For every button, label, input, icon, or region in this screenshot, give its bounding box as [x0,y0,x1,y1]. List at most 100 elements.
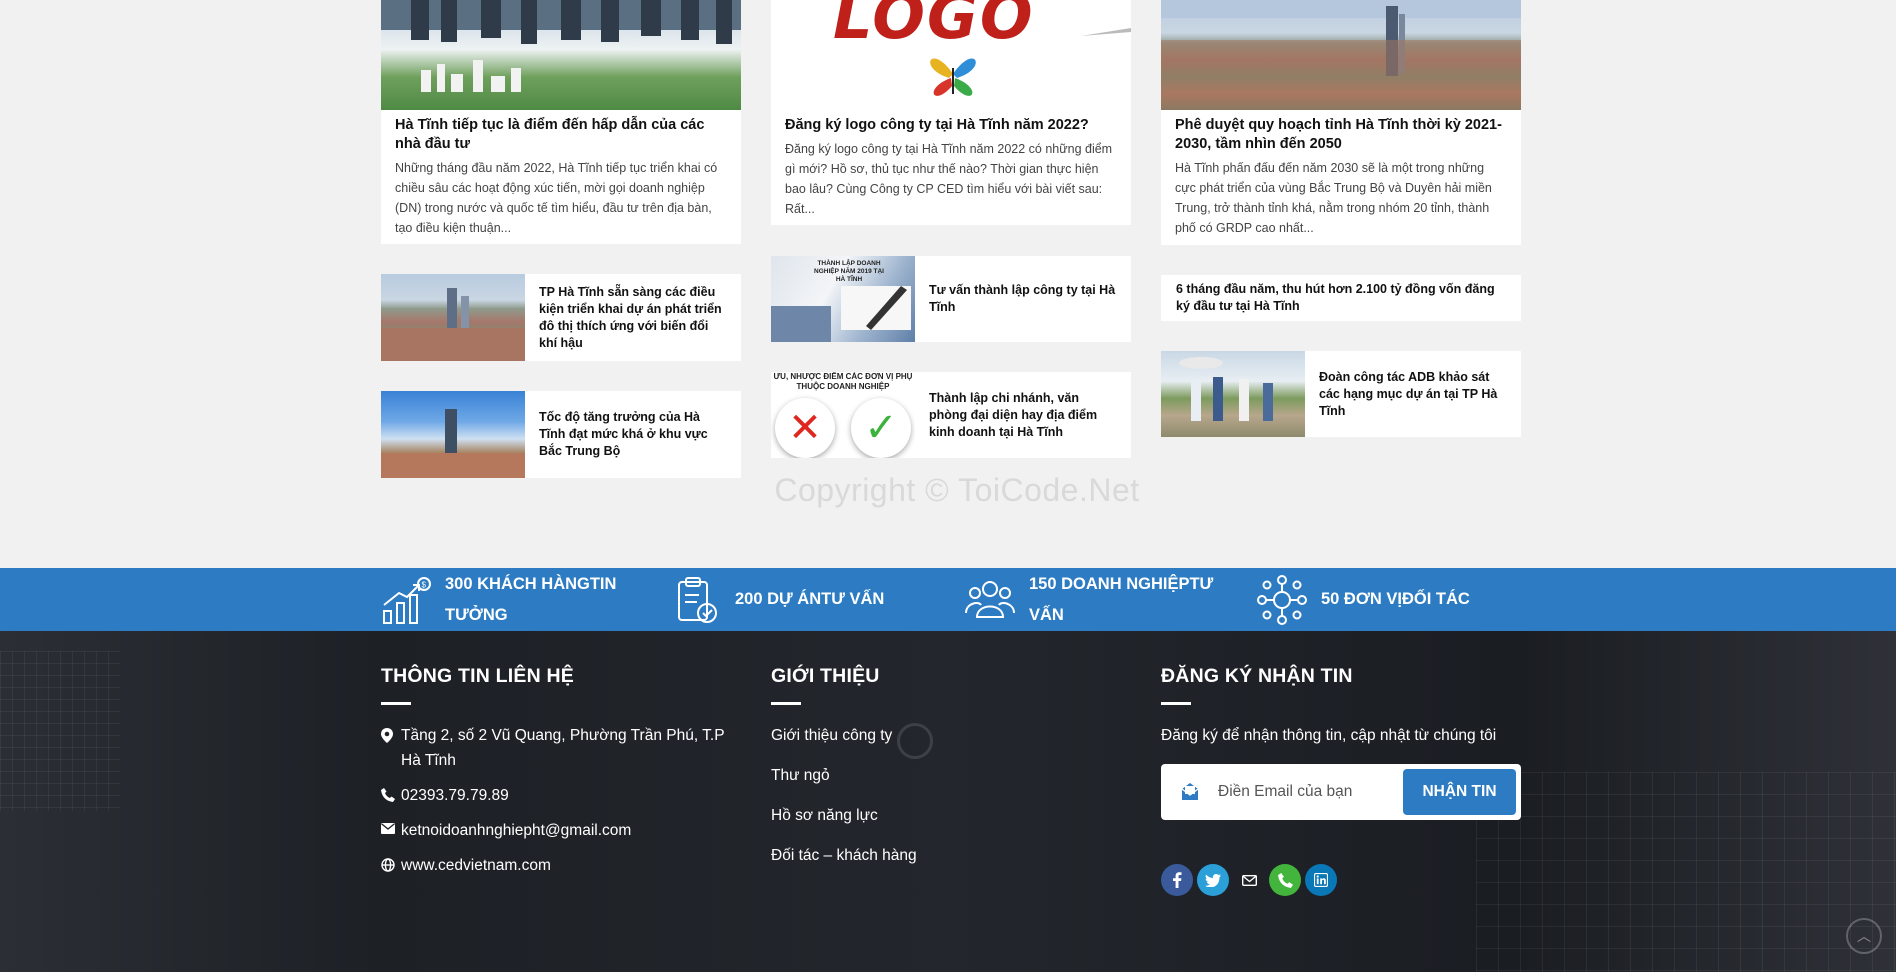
small-post-4-image[interactable]: ƯU, NHƯỢC ĐIỂM CÁC ĐƠN VỊ PHỤ THUỘC DOAN… [771,372,915,458]
stat-customers-label: 300 KHÁCH HÀNGTIN TƯỞNG [445,574,617,624]
newsletter-description: Đăng ký để nhận thông tin, cập nhật từ c… [1161,727,1497,744]
stats-bar: $ 300 KHÁCH HÀNGTIN TƯỞNG 200 DỰ ÁNTƯ VẤ… [0,568,1896,631]
news-column-1: Hà Tĩnh tiếp tục là điểm đến hấp dẫn của… [381,0,741,478]
contact-heading: THÔNG TIN LIÊN HỆ [381,665,574,687]
people-model-illustration [381,0,741,92]
stat-businesses: 150 DOANH NGHIỆPTƯ VẤN [965,568,1235,631]
feature-post-2-image[interactable]: LOGO [771,0,1131,110]
small-post-1[interactable]: TP Hà Tĩnh sẵn sàng các điều kiện triển … [381,274,741,361]
small-post-6-image[interactable] [1161,351,1305,437]
footer-contact: THÔNG TIN LIÊN HỆ Tầng 2, số 2 Vũ Quang,… [381,631,741,878]
contact-website[interactable]: www.cedvietnam.com [381,853,741,878]
feature-post-1[interactable]: Hà Tĩnh tiếp tục là điểm đến hấp dẫn của… [381,0,741,244]
twitter-icon[interactable] [1197,864,1229,896]
small-post-3[interactable]: THÀNH LẬP DOANH NGHIỆP NĂM 2019 TẠI HÀ T… [771,256,1131,342]
feature-post-3-image[interactable] [1161,0,1521,110]
about-link-company[interactable]: Giới thiệu công ty [771,723,1131,749]
map-marker-icon [381,728,393,743]
email-icon[interactable] [1233,864,1265,896]
small-post-5-title[interactable]: 6 tháng đầu năm, thu hút hơn 2.100 tỷ đồ… [1161,281,1521,315]
pen-tip [1081,28,1131,36]
svg-text:$: $ [422,580,427,589]
small-post-2-image[interactable] [381,391,525,478]
contact-phone-text[interactable]: 02393.79.79.89 [401,783,509,808]
small-post-2-title[interactable]: Tốc độ tăng trưởng của Hà Tĩnh đạt mức k… [525,409,741,460]
check-icon: ✓ [851,398,911,458]
contact-heading-underline [381,702,411,705]
feature-post-1-excerpt: Những tháng đầu năm 2022, Hà Tĩnh tiếp t… [395,161,718,235]
survey-team-illustration [1179,357,1273,421]
feature-post-3-title[interactable]: Phê duyệt quy hoạch tỉnh Hà Tĩnh thời kỳ… [1175,116,1507,154]
stat-customers: $ 300 KHÁCH HÀNGTIN TƯỞNG [381,568,651,631]
stat-businesses-label: 150 DOANH NGHIỆPTƯ VẤN [1029,574,1214,624]
news-column-2: LOGO Đăng ký logo công ty tại Hà Tĩnh nă… [771,0,1131,458]
city-skyline-illustration [381,288,525,361]
footer-building-texture [1476,772,1896,972]
linkedin-icon[interactable] [1305,864,1337,896]
newsletter-heading: ĐĂNG KÝ NHẬN TIN [1161,665,1353,687]
small-post-4-title[interactable]: Thành lập chi nhánh, văn phòng đại diện … [915,390,1131,441]
contact-address: Tầng 2, số 2 Vũ Quang, Phường Trần Phú, … [381,723,741,773]
feature-post-2-excerpt: Đăng ký logo công ty tại Hà Tĩnh năm 202… [785,142,1113,216]
people-group-icon [965,580,1015,618]
stat-partners-label: 50 ĐƠN VỊĐỐI TÁC [1321,590,1470,608]
social-links [1161,864,1521,896]
small-post-3-title[interactable]: Tư vấn thành lập công ty tại Hà Tĩnh [915,282,1131,316]
small-post-1-title[interactable]: TP Hà Tĩnh sẵn sàng các điều kiện triển … [525,284,741,352]
growth-chart-icon: $ [383,576,431,624]
stat-projects: 200 DỰ ÁNTƯ VẤN [671,568,931,631]
copyright-watermark: Copyright © ToiCode.Net [774,472,1140,508]
contact-address-text: Tầng 2, số 2 Vũ Quang, Phường Trần Phú, … [401,727,725,769]
feature-post-2-title[interactable]: Đăng ký logo công ty tại Hà Tĩnh năm 202… [785,116,1117,135]
contact-phone[interactable]: 02393.79.79.89 [381,783,741,808]
small-post-6[interactable]: Đoàn công tác ADB khảo sát các hạng mục … [1161,351,1521,437]
envelope-icon [381,823,395,834]
footer-newsletter: ĐĂNG KÝ NHẬN TIN Đăng ký để nhận thông t… [1161,631,1521,896]
news-column-3: Phê duyệt quy hoạch tỉnh Hà Tĩnh thời kỳ… [1161,0,1521,437]
feature-post-1-image[interactable] [381,0,741,110]
newsletter-form: NHẬN TIN [1161,764,1521,820]
network-icon [1257,574,1307,625]
small-post-2[interactable]: Tốc độ tăng trưởng của Hà Tĩnh đạt mức k… [381,391,741,478]
facebook-icon[interactable] [1161,864,1193,896]
phone-icon [381,788,395,802]
contact-email-text[interactable]: ketnoidoanhnghiepht@gmail.com [401,818,631,843]
feature-post-1-title[interactable]: Hà Tĩnh tiếp tục là điểm đến hấp dẫn của… [395,116,727,154]
news-section: Hà Tĩnh tiếp tục là điểm đến hấp dẫn của… [0,0,1896,568]
about-link-partners[interactable]: Đối tác – khách hàng [771,843,1131,869]
small-post-1-image[interactable] [381,274,525,361]
feature-post-3[interactable]: Phê duyệt quy hoạch tỉnh Hà Tĩnh thời kỳ… [1161,0,1521,245]
footer-about: GIỚI THIỆU Giới thiệu công ty Thư ngỏ Hồ… [771,631,1131,869]
newsletter-email-input[interactable] [1218,783,1388,801]
footer-building-texture-left [0,651,120,811]
small-post-5[interactable]: 6 tháng đầu năm, thu hút hơn 2.100 tỷ đồ… [1161,275,1521,321]
small-post-4[interactable]: ƯU, NHƯỢC ĐIỂM CÁC ĐƠN VỊ PHỤ THUỘC DOAN… [771,372,1131,458]
globe-icon [381,858,395,872]
city-tower-illustration [381,409,525,478]
signing-hand-illustration [771,286,911,342]
newsletter-heading-underline [1161,702,1191,705]
small-post-6-title[interactable]: Đoàn công tác ADB khảo sát các hạng mục … [1305,369,1521,420]
feature-post-2[interactable]: LOGO Đăng ký logo công ty tại Hà Tĩnh nă… [771,0,1131,225]
contact-email[interactable]: ketnoidoanhnghiepht@gmail.com [381,818,741,843]
feature-post-3-excerpt: Hà Tĩnh phấn đấu đến năm 2030 sẽ là một … [1175,161,1492,235]
stat-projects-label: 200 DỰ ÁNTƯ VẤN [735,590,885,608]
about-heading-underline [771,702,801,705]
envelope-open-icon [1181,783,1199,800]
chevron-up-icon: ︿ [1857,928,1871,944]
cross-icon: ✕ [775,398,835,458]
phone-icon[interactable] [1269,864,1301,896]
about-heading: GIỚI THIỆU [771,665,880,687]
newsletter-submit-button[interactable]: NHẬN TIN [1403,769,1516,815]
contact-website-text[interactable]: www.cedvietnam.com [401,853,551,878]
footer: THÔNG TIN LIÊN HỆ Tầng 2, số 2 Vũ Quang,… [0,631,1896,972]
stat-partners: 50 ĐƠN VỊĐỐI TÁC [1257,568,1527,631]
small-post-3-image[interactable]: THÀNH LẬP DOANH NGHIỆP NĂM 2019 TẠI HÀ T… [771,256,915,342]
clipboard-check-icon [678,576,717,623]
city-aerial-illustration [1161,0,1521,110]
about-link-letter[interactable]: Thư ngỏ [771,763,1131,789]
butterfly-icon [930,58,976,96]
small-post-4-image-caption: ƯU, NHƯỢC ĐIỂM CÁC ĐƠN VỊ PHỤ THUỘC DOAN… [773,372,913,391]
back-to-top-button[interactable]: ︿ [1846,918,1882,954]
about-link-profile[interactable]: Hồ sơ năng lực [771,803,1131,829]
